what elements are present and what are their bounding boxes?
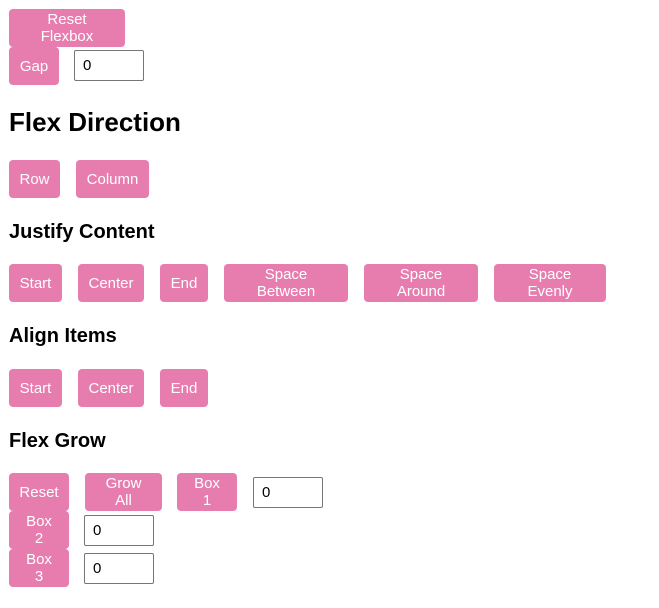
box3-grow-input[interactable] xyxy=(84,553,154,584)
align-start-button[interactable]: Start xyxy=(9,369,62,407)
reset-flexbox-button[interactable]: Reset Flexbox xyxy=(9,9,125,47)
justify-center-button[interactable]: Center xyxy=(78,264,144,302)
justify-space-evenly-button[interactable]: Space Evenly xyxy=(494,264,606,302)
justify-space-around-button[interactable]: Space Around xyxy=(364,264,478,302)
box1-grow-input[interactable] xyxy=(253,477,323,508)
box2-grow-input[interactable] xyxy=(84,515,154,546)
align-center-button[interactable]: Center xyxy=(78,369,144,407)
gap-button[interactable]: Gap xyxy=(9,47,59,85)
grow-reset-button[interactable]: Reset xyxy=(9,473,69,511)
justify-end-button[interactable]: End xyxy=(160,264,208,302)
justify-start-button[interactable]: Start xyxy=(9,264,62,302)
flex-direction-heading: Flex Direction xyxy=(9,107,181,137)
gap-input[interactable] xyxy=(74,50,144,81)
box1-button[interactable]: Box 1 xyxy=(177,473,237,511)
justify-space-between-button[interactable]: Space Between xyxy=(224,264,348,302)
grow-all-button[interactable]: Grow All xyxy=(85,473,162,511)
direction-row-button[interactable]: Row xyxy=(9,160,60,198)
flex-grow-heading: Flex Grow xyxy=(9,430,106,452)
box3-button[interactable]: Box 3 xyxy=(9,549,69,587)
align-items-heading: Align Items xyxy=(9,325,117,347)
box2-button[interactable]: Box 2 xyxy=(9,511,69,549)
align-end-button[interactable]: End xyxy=(160,369,208,407)
direction-column-button[interactable]: Column xyxy=(76,160,149,198)
justify-content-heading: Justify Content xyxy=(9,221,155,243)
